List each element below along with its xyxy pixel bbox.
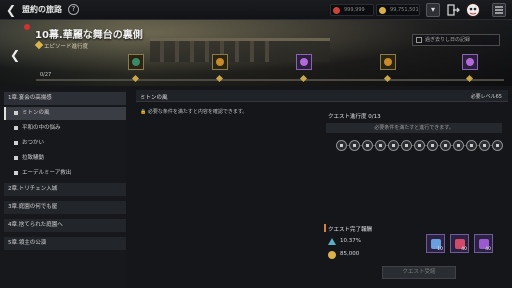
- quest-step-lock: [453, 140, 464, 151]
- gold-icon: [379, 7, 386, 14]
- reward-item-qty: 40: [485, 247, 491, 252]
- reward-item-3[interactable]: 40: [474, 234, 493, 253]
- reward-node-5[interactable]: [462, 54, 478, 70]
- menu-icon[interactable]: [492, 3, 506, 17]
- crystal-icon: [333, 7, 340, 14]
- quest-item-label: おつかい: [22, 140, 45, 146]
- reward-accent: [324, 224, 326, 232]
- reward-item-qty: 10: [437, 247, 443, 252]
- currency-crystal: 999,999: [330, 4, 374, 16]
- bullet-icon: [14, 126, 18, 130]
- locked-content-text: 必要な条件を満たすと内容を確認できます。: [147, 109, 248, 115]
- reward-item-qty: 40: [461, 247, 467, 252]
- quest-detail-panel: ミトンの風 必要レベル65 🔒 必要な条件を満たすと内容を確認できます。 クエス…: [136, 90, 508, 288]
- reward-gem-icon: [466, 58, 474, 66]
- reward-item-2[interactable]: 40: [450, 234, 469, 253]
- character-avatar-icon[interactable]: [466, 3, 480, 17]
- replay-record-label: 過ぎ去りし日の記録: [425, 37, 471, 43]
- top-bar: ❮ 盟約の旅路 ? 999,999 99,751,501 ▾: [0, 0, 512, 20]
- requirement-banner: 必要条件を満たすと進行できます。: [326, 123, 502, 133]
- bullet-icon: [14, 171, 18, 175]
- quest-step-lock: [336, 140, 347, 151]
- quest-progress-title: クエスト進行度 0/13: [328, 114, 381, 120]
- quest-step-lock: [401, 140, 412, 151]
- quest-step-lock: [375, 140, 386, 151]
- episode-banner: 10幕.華麗な舞台の裏側 エピソード進行度 ❮ 過ぎ去りし日の記録 0/27: [0, 20, 512, 86]
- new-badge: [24, 24, 30, 30]
- prev-episode-arrow[interactable]: ❮: [10, 48, 20, 62]
- chapter-5[interactable]: 5章.領主の公演: [4, 237, 126, 250]
- quest-step-lock: [349, 140, 360, 151]
- chapter-3[interactable]: 3章.庭園の何でも屋: [4, 201, 126, 214]
- quest-step-lock: [479, 140, 490, 151]
- reward-gem-icon: [300, 58, 308, 66]
- exp-icon: [328, 238, 336, 246]
- exit-icon[interactable]: [446, 3, 460, 17]
- quest-header: ミトンの風 必要レベル65: [136, 90, 508, 102]
- episode-progress-count: 0/27: [40, 72, 52, 78]
- chapter-sidebar: 1章.宴会の高揚感 ミトンの風 平和の中の悩み おつかい 拉致騒動 エーデルミー…: [0, 90, 126, 288]
- reward-node-1[interactable]: [128, 54, 144, 70]
- reward-gold-value: 85,000: [340, 251, 360, 257]
- quest-step-lock: [427, 140, 438, 151]
- reward-title: クエスト完了報酬: [328, 227, 373, 233]
- locked-content-note: 🔒 必要な条件を満たすと内容を確認できます。: [140, 108, 247, 115]
- chapter-2[interactable]: 2章.トリチェン入城: [4, 183, 126, 196]
- currency-gold-value: 99,751,501: [390, 7, 419, 13]
- currency-crystal-value: 999,999: [344, 7, 365, 13]
- quest-step-lock: [388, 140, 399, 151]
- accept-quest-button[interactable]: クエスト受諾: [382, 266, 456, 279]
- quest-item-label: 平和の中の悩み: [22, 125, 61, 131]
- quest-item-5[interactable]: エーデルミーア救出: [4, 167, 126, 180]
- quest-item-4[interactable]: 拉致騒動: [4, 152, 126, 165]
- replay-record-button[interactable]: 過ぎ去りし日の記録: [412, 34, 500, 46]
- quest-step-lock: [466, 140, 477, 151]
- quest-item-1[interactable]: ミトンの風: [4, 107, 126, 120]
- quest-step-track: [336, 140, 503, 152]
- reward-gem-icon: [216, 58, 224, 66]
- quest-item-label: 拉致騒動: [22, 155, 45, 161]
- reward-gold: 85,000: [328, 251, 360, 259]
- lock-icon: 🔒: [140, 109, 147, 115]
- quest-step-lock: [492, 140, 503, 151]
- episode-subtitle: エピソード進行度: [44, 44, 89, 50]
- quest-step-lock: [414, 140, 425, 151]
- episode-title: 10幕.華麗な舞台の裏側: [35, 30, 143, 41]
- episode-progress-track: [36, 79, 504, 81]
- reward-exp: 10.37%: [328, 238, 361, 246]
- reward-node-2[interactable]: [212, 54, 228, 70]
- bullet-icon: [14, 111, 18, 115]
- quest-item-label: エーデルミーア救出: [22, 170, 72, 176]
- bullet-icon: [14, 156, 18, 160]
- help-button[interactable]: ?: [68, 4, 79, 15]
- reward-exp-value: 10.37%: [340, 238, 361, 244]
- quest-step-lock: [440, 140, 451, 151]
- record-icon: [416, 37, 422, 43]
- back-button[interactable]: ❮: [4, 3, 18, 17]
- quest-item-2[interactable]: 平和の中の悩み: [4, 122, 126, 135]
- quest-item-3[interactable]: おつかい: [4, 137, 126, 150]
- quest-name: ミトンの風: [140, 95, 168, 101]
- required-level: 必要レベル65: [470, 94, 502, 100]
- quest-item-label: ミトンの風: [22, 110, 50, 116]
- quest-step-lock: [362, 140, 373, 151]
- bullet-icon: [14, 141, 18, 145]
- currency-gold: 99,751,501: [376, 4, 420, 16]
- chapter-1[interactable]: 1章.宴会の高揚感: [4, 92, 126, 105]
- dropdown-button[interactable]: ▾: [426, 3, 440, 17]
- reward-gem-icon: [384, 58, 392, 66]
- chapter-4[interactable]: 4章.捨てられた庭園へ: [4, 219, 126, 232]
- reward-node-3[interactable]: [296, 54, 312, 70]
- gold-coin-icon: [328, 251, 336, 259]
- reward-item-1[interactable]: 10: [426, 234, 445, 253]
- reward-node-4[interactable]: [380, 54, 396, 70]
- reward-gem-icon: [132, 58, 140, 66]
- page-title: 盟約の旅路: [22, 5, 62, 14]
